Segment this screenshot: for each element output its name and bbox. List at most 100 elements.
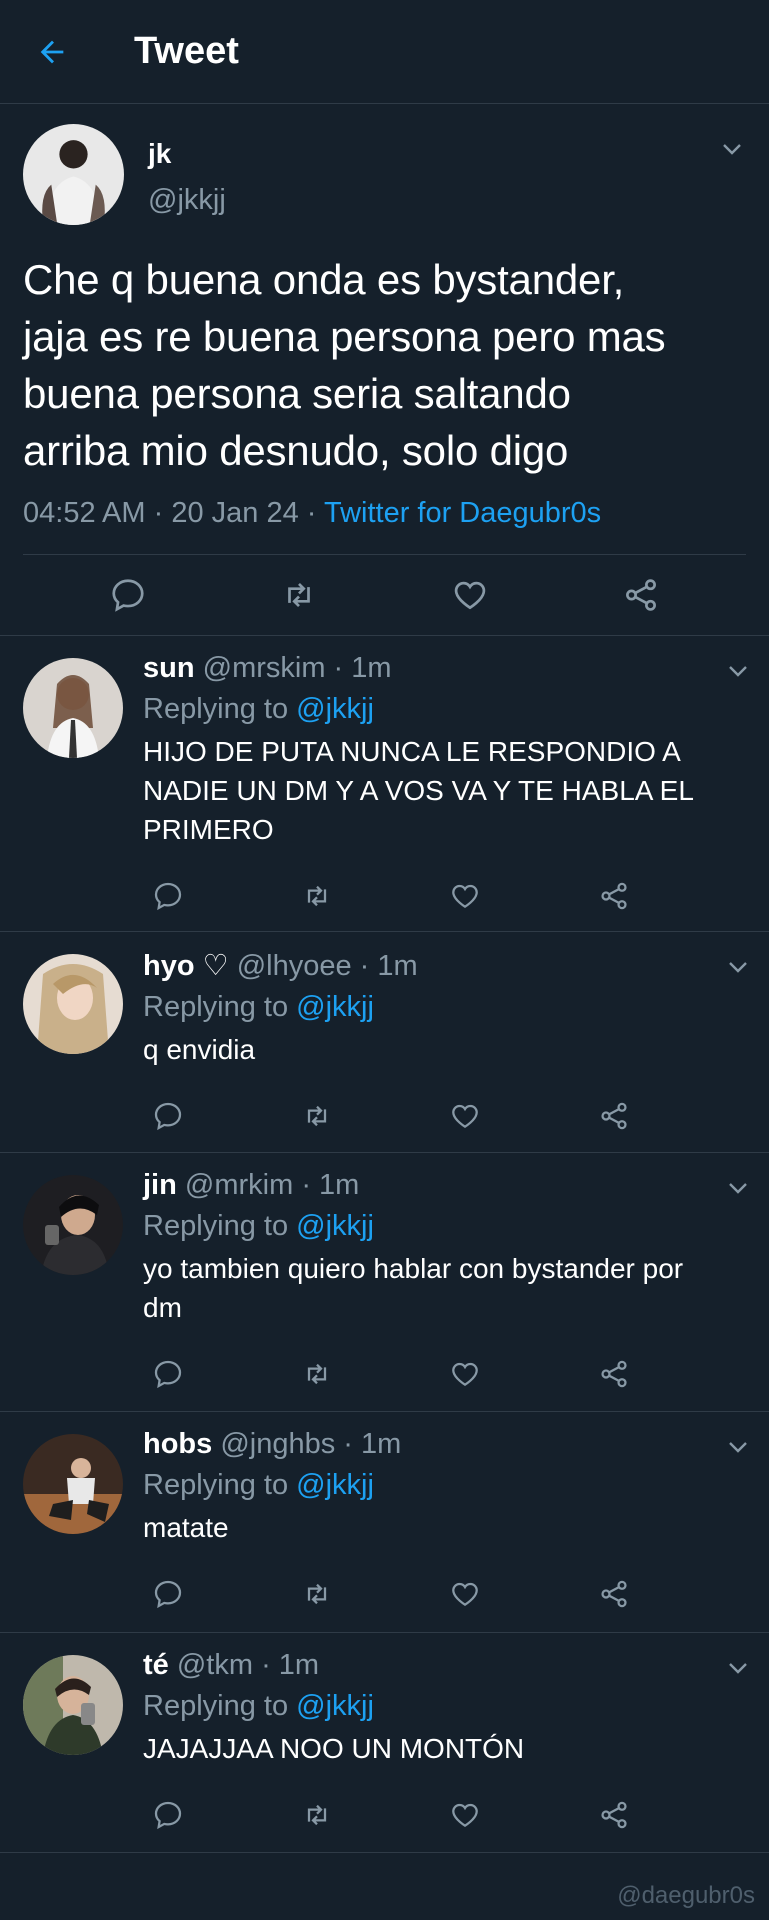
reply-button[interactable]: [148, 1574, 188, 1614]
retweet-button[interactable]: [297, 1795, 337, 1835]
retweet-button[interactable]: [274, 570, 324, 620]
like-icon: [452, 1803, 479, 1827]
reply-options-button[interactable]: [723, 1653, 753, 1683]
share-button[interactable]: [594, 1574, 634, 1614]
reply-author-handle[interactable]: @jnghbs: [220, 1428, 335, 1460]
like-button[interactable]: [445, 570, 495, 620]
mention-link[interactable]: @jkkjj: [296, 1210, 374, 1242]
reply-options-button[interactable]: [723, 1432, 753, 1462]
reply-options-button[interactable]: [723, 656, 753, 686]
like-icon: [454, 581, 486, 610]
reply-author-name[interactable]: hyo ♡: [143, 950, 229, 982]
avatar[interactable]: [23, 124, 124, 225]
share-button[interactable]: [616, 570, 666, 620]
chevron-down-icon: [729, 1442, 747, 1453]
back-arrow-icon: [40, 40, 64, 63]
share-icon: [601, 1801, 627, 1829]
reply-icon: [112, 579, 144, 612]
retweet-icon: [307, 885, 326, 907]
reply-item[interactable]: té @tkm · 1m Replying to @jkkjj JAJAJJAA…: [0, 1632, 769, 1853]
mention-link[interactable]: @jkkjj: [296, 693, 374, 725]
chevron-down-icon: [729, 666, 747, 677]
like-button[interactable]: [445, 876, 485, 916]
reply-button[interactable]: [103, 570, 153, 620]
avatar[interactable]: [23, 1655, 123, 1755]
tweet-actions: [23, 555, 746, 635]
reply-time: 1m: [351, 652, 392, 684]
share-icon: [625, 579, 656, 611]
reply-icon: [154, 1102, 182, 1131]
share-button[interactable]: [594, 1354, 634, 1394]
reply-options-button[interactable]: [723, 1173, 753, 1203]
back-button[interactable]: [26, 26, 78, 78]
replying-to-label: Replying to: [143, 991, 289, 1023]
mention-link[interactable]: @jkkjj: [296, 1469, 374, 1501]
like-button[interactable]: [445, 1574, 485, 1614]
reply-options-button[interactable]: [723, 952, 753, 982]
reply-item[interactable]: hyo ♡ @lhyoee · 1m Replying to @jkkjj q …: [0, 931, 769, 1152]
reply-icon: [154, 1580, 182, 1609]
reply-button[interactable]: [148, 1795, 188, 1835]
reply-author-name[interactable]: jin: [143, 1169, 177, 1201]
like-button[interactable]: [445, 1354, 485, 1394]
share-icon: [601, 1360, 627, 1388]
retweet-button[interactable]: [297, 1574, 337, 1614]
reply-button[interactable]: [148, 876, 188, 916]
retweet-icon: [288, 582, 310, 608]
share-button[interactable]: [594, 1795, 634, 1835]
retweet-icon: [307, 1363, 326, 1385]
retweet-button[interactable]: [297, 876, 337, 916]
retweet-button[interactable]: [297, 1354, 337, 1394]
replying-to-label: Replying to: [143, 1690, 289, 1722]
chevron-down-icon: [729, 962, 747, 973]
reply-actions: [148, 1337, 634, 1411]
reply-text: JAJAJJAA NOO UN MONTÓN: [143, 1729, 746, 1768]
reply-author-handle[interactable]: @tkm: [177, 1649, 253, 1681]
like-button[interactable]: [445, 1096, 485, 1136]
reply-actions: [148, 1079, 634, 1153]
reply-author-name[interactable]: hobs: [143, 1428, 212, 1460]
share-button[interactable]: [594, 1096, 634, 1136]
retweet-icon: [307, 1583, 326, 1605]
tweet-options-button[interactable]: [717, 134, 747, 164]
tweet-text-line: Che q buena onda es bystander,: [23, 256, 625, 303]
reply-author-name[interactable]: sun: [143, 652, 195, 684]
reply-item[interactable]: jin @mrkim · 1m Replying to @jkkjj yo ta…: [0, 1152, 769, 1411]
avatar[interactable]: [23, 1175, 123, 1275]
tweet-time: 04:52 AM: [23, 497, 146, 529]
mention-link[interactable]: @jkkjj: [296, 991, 374, 1023]
page-title: Tweet: [134, 30, 239, 72]
retweet-icon: [307, 1804, 326, 1826]
mention-link[interactable]: @jkkjj: [296, 1690, 374, 1722]
tweet-date: 20 Jan 24: [171, 497, 299, 529]
reply-author-handle[interactable]: @mrkim: [185, 1169, 293, 1201]
like-icon: [452, 1104, 479, 1128]
author-handle[interactable]: @jkkjj: [148, 184, 226, 217]
watermark: @daegubr0s: [617, 1882, 755, 1909]
reply-item[interactable]: hobs @jnghbs · 1m Replying to @jkkjj mat…: [0, 1411, 769, 1632]
share-button[interactable]: [594, 876, 634, 916]
reply-button[interactable]: [148, 1354, 188, 1394]
replying-to-label: Replying to: [143, 693, 289, 725]
tweet-source-link[interactable]: Twitter for Daegubr0s: [324, 497, 601, 529]
reply-author-handle[interactable]: @mrskim: [203, 652, 326, 684]
reply-author-handle[interactable]: @lhyoee: [237, 950, 352, 982]
avatar[interactable]: [23, 1434, 123, 1534]
retweet-button[interactable]: [297, 1096, 337, 1136]
author-name[interactable]: jk: [148, 138, 226, 170]
like-button[interactable]: [445, 1795, 485, 1835]
reply-text-line: NADIE UN DM Y A VOS VA Y TE HABLA EL: [143, 775, 694, 806]
reply-icon: [154, 1801, 182, 1830]
reply-text: yo tambien quiero hablar con bystander p…: [143, 1249, 746, 1327]
reply-text-line: yo tambien quiero hablar con bystander p…: [143, 1253, 684, 1284]
reply-actions: [148, 1557, 634, 1631]
reply-button[interactable]: [148, 1096, 188, 1136]
reply-item[interactable]: sun @mrskim · 1m Replying to @jkkjj HIJO…: [0, 635, 769, 931]
reply-text: q envidia: [143, 1030, 746, 1069]
reply-text-line: HIJO DE PUTA NUNCA LE RESPONDIO A: [143, 736, 681, 767]
reply-text-line: dm: [143, 1292, 182, 1323]
reply-author-name[interactable]: té: [143, 1649, 169, 1681]
avatar[interactable]: [23, 954, 123, 1054]
top-bar: Tweet: [0, 0, 769, 104]
avatar[interactable]: [23, 658, 123, 758]
